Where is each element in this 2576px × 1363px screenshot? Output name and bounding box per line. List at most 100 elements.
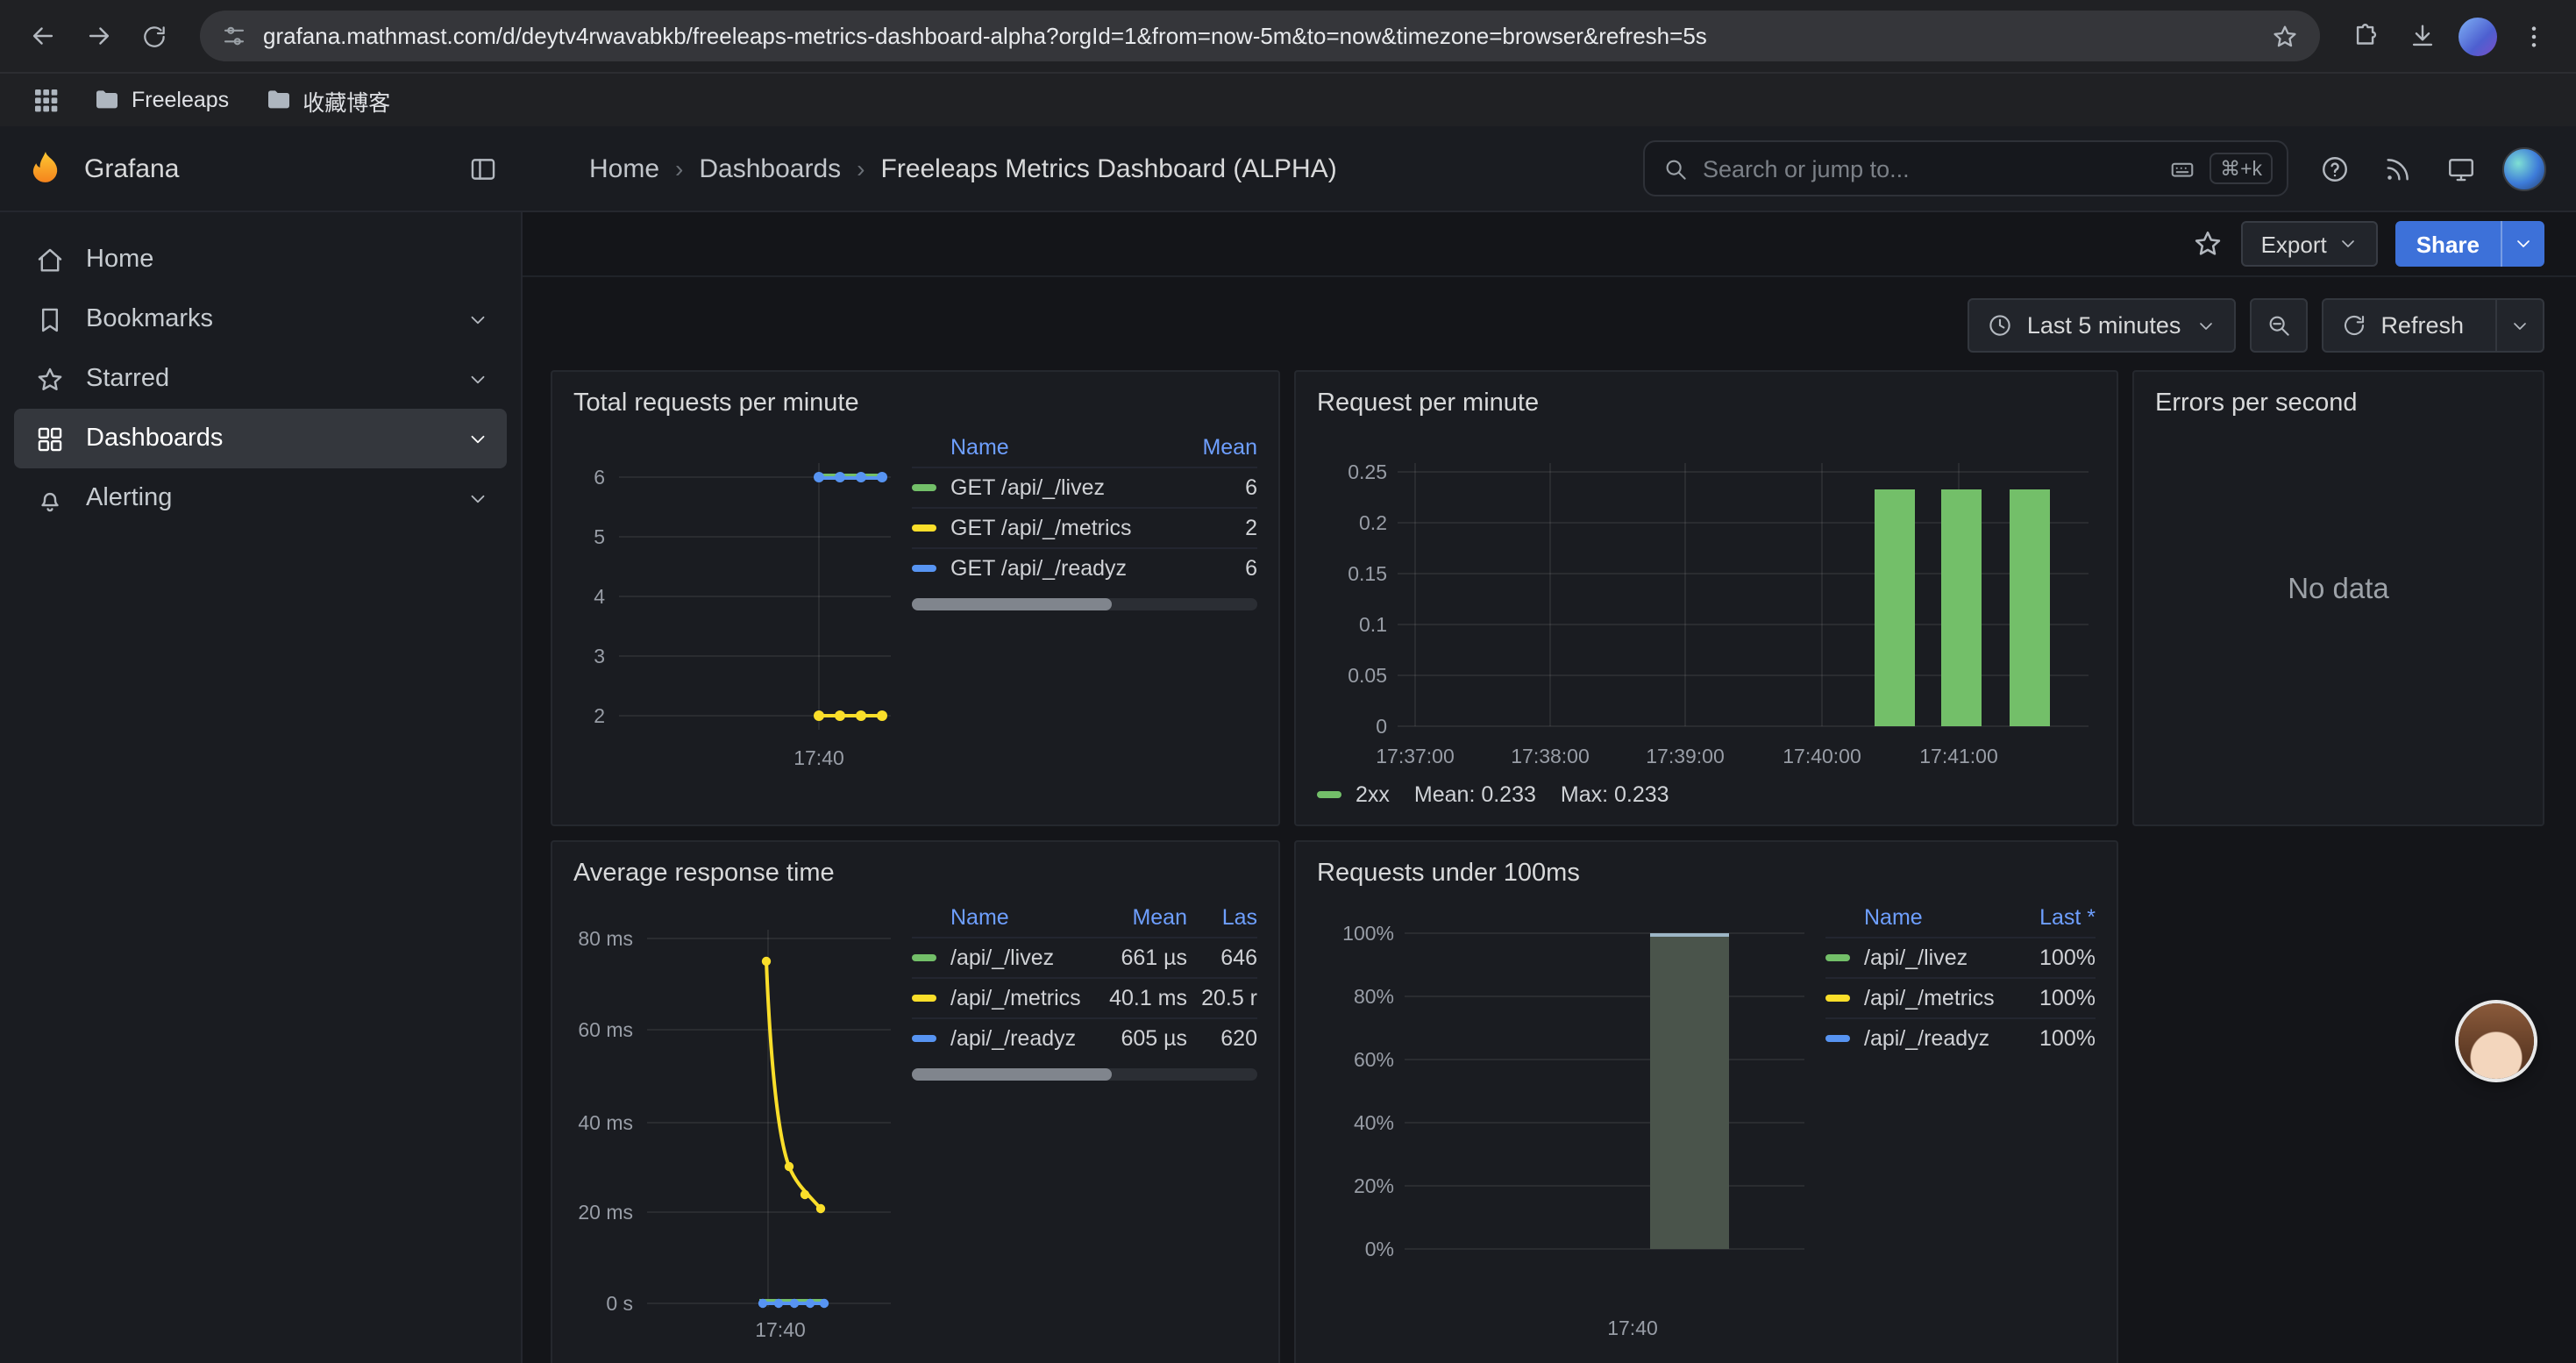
bookmarks-bar: Freeleaps 收藏博客 [0, 72, 2576, 126]
refresh-main[interactable]: Refresh [2323, 300, 2481, 351]
export-label: Export [2261, 231, 2327, 257]
svg-text:0.15: 0.15 [1348, 562, 1387, 585]
sidebar-item-label: Bookmarks [86, 305, 213, 333]
chevron-down-icon[interactable] [466, 368, 489, 390]
chevron-down-icon [2509, 315, 2530, 336]
request-per-minute-chart: 0.25 0.2 0.15 0.1 0.05 0 17:37:00 17:38:… [1317, 428, 2099, 775]
chevron-down-icon[interactable] [466, 308, 489, 331]
reload-button[interactable] [130, 11, 179, 61]
series-color-yellow [1825, 995, 1850, 1002]
series-name[interactable]: /api/_/metrics [950, 986, 1081, 1010]
legend-scrollbar[interactable] [912, 1068, 1257, 1081]
col-name[interactable]: Name [1825, 905, 2004, 930]
chevron-down-icon[interactable] [466, 487, 489, 510]
grafana-app: Grafana Home › Dashboards › Freeleaps Me… [0, 126, 2576, 1363]
legend-row: GET /api/_/readyz 6 [912, 547, 1257, 588]
breadcrumb: Home › Dashboards › Freeleaps Metrics Da… [589, 153, 1337, 183]
series-name[interactable]: /api/_/metrics [1864, 986, 1995, 1010]
zoom-out-button[interactable] [2249, 298, 2307, 353]
svg-text:80%: 80% [1354, 985, 1394, 1008]
monitor-icon[interactable] [2432, 140, 2488, 196]
total-requests-chart: 6 5 4 3 2 17:40 [573, 428, 898, 788]
breadcrumb-current: Freeleaps Metrics Dashboard (ALPHA) [881, 153, 1337, 183]
profile-avatar[interactable] [2453, 11, 2502, 61]
back-button[interactable] [18, 11, 67, 61]
refresh-interval-dropdown[interactable] [2495, 300, 2543, 351]
scrollbar-thumb[interactable] [912, 598, 1113, 610]
svg-text:60 ms: 60 ms [578, 1018, 633, 1041]
breadcrumb-home[interactable]: Home [589, 153, 659, 183]
panel-grid: Total requests per minute 6 5 [523, 370, 2576, 1363]
series-color-blue [1825, 1035, 1850, 1042]
search-shortcut: ⌘+k [2210, 153, 2273, 184]
url-bar[interactable]: grafana.mathmast.com/d/deytv4rwavabkb/fr… [200, 11, 2320, 61]
overlay-avatar[interactable] [2459, 1003, 2534, 1079]
series-name[interactable]: 2xx [1356, 782, 1390, 807]
forward-button[interactable] [74, 11, 123, 61]
bookmark-icon [35, 304, 65, 334]
downloads-icon[interactable] [2397, 11, 2446, 61]
svg-text:40%: 40% [1354, 1111, 1394, 1134]
series-name[interactable]: /api/_/livez [1864, 946, 1968, 970]
bookmark-folder-freeleaps[interactable]: Freeleaps [81, 81, 241, 119]
svg-text:20%: 20% [1354, 1174, 1394, 1197]
panel-title[interactable]: Requests under 100ms [1317, 853, 2096, 898]
col-name[interactable]: Name [912, 905, 1096, 930]
time-range-picker[interactable]: Last 5 minutes [1968, 298, 2236, 353]
col-mean[interactable]: Mean [1166, 435, 1257, 460]
help-icon[interactable] [2306, 140, 2362, 196]
news-rss-icon[interactable] [2369, 140, 2425, 196]
series-name[interactable]: /api/_/livez [950, 946, 1054, 970]
site-settings-icon[interactable] [221, 23, 247, 49]
share-button[interactable]: Share [2395, 221, 2544, 267]
col-name[interactable]: Name [912, 435, 1166, 460]
export-button[interactable]: Export [2242, 221, 2378, 267]
sidebar-item-bookmarks[interactable]: Bookmarks [14, 289, 507, 349]
col-last[interactable]: Last * [2004, 905, 2096, 930]
series-name[interactable]: GET /api/_/livez [950, 475, 1105, 500]
col-mean[interactable]: Mean [1096, 905, 1187, 930]
series-name[interactable]: GET /api/_/metrics [950, 516, 1132, 540]
clock-icon [1987, 312, 2013, 339]
share-dropdown[interactable] [2501, 221, 2544, 267]
sidebar-item-dashboards[interactable]: Dashboards [14, 409, 507, 468]
legend-row: /api/_/metrics 100% [1825, 977, 2096, 1017]
search-placeholder: Search or jump to... [1703, 155, 2155, 182]
svg-text:0: 0 [1376, 715, 1387, 738]
sidebar-item-label: Alerting [86, 484, 172, 512]
legend-table: Name Last * /api/_/livez 100% /api/_/met… [1825, 898, 2096, 1058]
user-avatar[interactable] [2495, 140, 2551, 196]
grafana-logo[interactable] [25, 147, 67, 189]
breadcrumb-dashboards[interactable]: Dashboards [699, 153, 841, 183]
series-last: 100% [2004, 986, 2096, 1010]
legend-row: /api/_/readyz 100% [1825, 1017, 2096, 1058]
panel-title[interactable]: Total requests per minute [573, 382, 1257, 428]
legend-scrollbar[interactable] [912, 598, 1257, 610]
search-input[interactable]: Search or jump to... ⌘+k [1643, 140, 2288, 196]
refresh-button[interactable]: Refresh [2321, 298, 2544, 353]
dock-sidebar-icon[interactable] [468, 153, 498, 183]
star-dashboard-icon[interactable] [2193, 228, 2224, 260]
series-color-green [1825, 954, 1850, 961]
sidebar-item-alerting[interactable]: Alerting [14, 468, 507, 528]
apps-grid-icon[interactable] [21, 75, 70, 125]
svg-text:17:40: 17:40 [1607, 1317, 1658, 1339]
chevron-down-icon[interactable] [466, 427, 489, 450]
scrollbar-thumb[interactable] [912, 1068, 1113, 1081]
bookmark-star-icon[interactable] [2271, 22, 2299, 50]
series-name[interactable]: GET /api/_/readyz [950, 556, 1127, 581]
panel-title[interactable]: Average response time [573, 853, 1257, 898]
screen: grafana.mathmast.com/d/deytv4rwavabkb/fr… [0, 0, 2576, 1363]
extensions-icon[interactable] [2341, 11, 2390, 61]
col-last[interactable]: Las [1187, 905, 1257, 930]
sidebar-item-starred[interactable]: Starred [14, 349, 507, 409]
series-name[interactable]: /api/_/readyz [1864, 1026, 1989, 1051]
url-text[interactable]: grafana.mathmast.com/d/deytv4rwavabkb/fr… [263, 23, 2255, 49]
panel-title[interactable]: Request per minute [1317, 382, 2096, 428]
sidebar-item-home[interactable]: Home [14, 230, 507, 289]
panel-title[interactable]: Errors per second [2155, 382, 2522, 428]
svg-text:80 ms: 80 ms [578, 927, 633, 950]
bookmark-folder-blog[interactable]: 收藏博客 [252, 78, 402, 122]
series-name[interactable]: /api/_/readyz [950, 1026, 1076, 1051]
menu-kebab-icon[interactable] [2509, 11, 2558, 61]
